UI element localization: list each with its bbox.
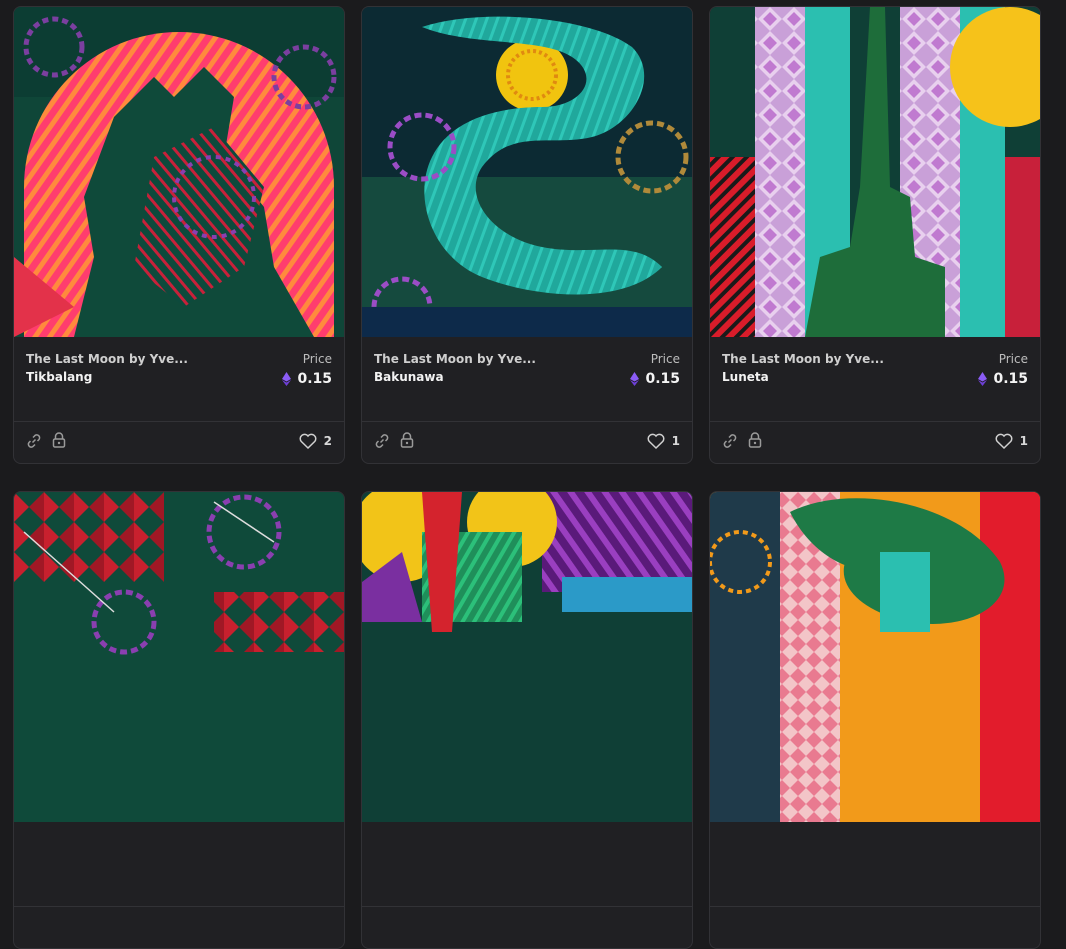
price-amount: 0.15 — [993, 371, 1028, 387]
heart-icon[interactable] — [647, 433, 665, 449]
price-value: 0.15 — [630, 371, 680, 387]
heart-icon[interactable] — [995, 433, 1013, 449]
like-count: 2 — [323, 434, 332, 448]
like-control[interactable]: 1 — [995, 433, 1028, 449]
lock-icon[interactable] — [52, 432, 66, 448]
card-footer: 1 — [362, 422, 692, 463]
nft-info — [710, 822, 1040, 907]
collection-name[interactable]: The Last Moon by Yve... — [374, 352, 536, 366]
nft-grid: The Last Moon by Yve... Tikbalang Price … — [13, 6, 1041, 949]
like-control[interactable]: 1 — [647, 433, 680, 449]
collection-name[interactable]: The Last Moon by Yve... — [722, 352, 884, 366]
nft-card[interactable]: The Last Moon by Yve... Luneta Price 0.1… — [709, 6, 1041, 464]
nft-info — [362, 822, 692, 907]
lock-icon[interactable] — [748, 432, 762, 448]
ethereum-icon — [282, 372, 292, 386]
price-label: Price — [650, 352, 680, 366]
link-icon[interactable] — [722, 433, 738, 449]
nft-name[interactable]: Tikbalang — [26, 370, 92, 384]
nft-name[interactable]: Luneta — [722, 370, 769, 384]
nft-info: The Last Moon by Yve... Luneta Price 0.1… — [710, 337, 1040, 422]
nft-artwork[interactable] — [362, 492, 692, 822]
nft-artwork[interactable] — [14, 492, 344, 822]
nft-info: The Last Moon by Yve... Bakunawa Price 0… — [362, 337, 692, 422]
nft-artwork[interactable] — [14, 7, 344, 337]
card-footer: 2 — [14, 422, 344, 463]
nft-info — [14, 822, 344, 907]
nft-info: The Last Moon by Yve... Tikbalang Price … — [14, 337, 344, 422]
ethereum-icon — [630, 372, 640, 386]
link-icon[interactable] — [374, 433, 390, 449]
like-count: 1 — [1019, 434, 1028, 448]
collection-name[interactable]: The Last Moon by Yve... — [26, 352, 188, 366]
card-footer: 1 — [710, 422, 1040, 463]
nft-artwork[interactable] — [710, 492, 1040, 822]
nft-card[interactable]: The Last Moon by Yve... Bakunawa Price 0… — [361, 6, 693, 464]
nft-card[interactable]: The Last Moon by Yve... Tikbalang Price … — [13, 6, 345, 464]
price-label: Price — [302, 352, 332, 366]
nft-card[interactable] — [361, 491, 693, 949]
price-value: 0.15 — [978, 371, 1028, 387]
price-value: 0.15 — [282, 371, 332, 387]
nft-artwork[interactable] — [710, 7, 1040, 337]
like-control[interactable]: 2 — [299, 433, 332, 449]
price-amount: 0.15 — [645, 371, 680, 387]
nft-name[interactable]: Bakunawa — [374, 370, 444, 384]
heart-icon[interactable] — [299, 433, 317, 449]
ethereum-icon — [978, 372, 988, 386]
lock-icon[interactable] — [400, 432, 414, 448]
like-count: 1 — [671, 434, 680, 448]
link-icon[interactable] — [26, 433, 42, 449]
nft-card[interactable] — [709, 491, 1041, 949]
nft-artwork[interactable] — [362, 7, 692, 337]
nft-card[interactable] — [13, 491, 345, 949]
price-amount: 0.15 — [297, 371, 332, 387]
price-label: Price — [998, 352, 1028, 366]
